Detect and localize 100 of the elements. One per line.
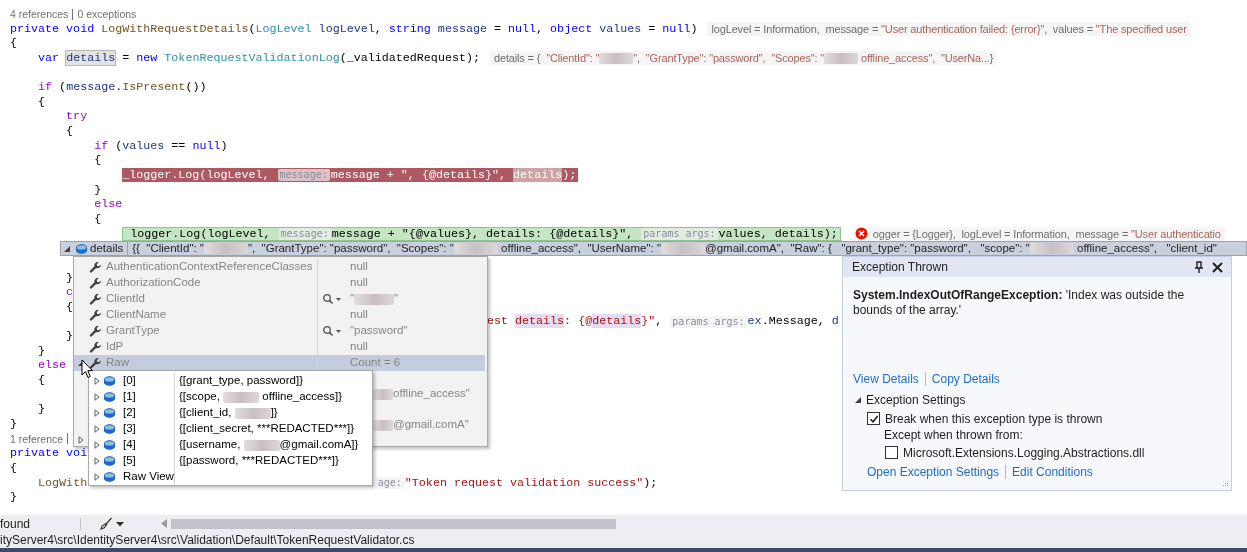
hint-text: offline_access", "UserNa...}: [861, 50, 994, 66]
wrench-icon: [89, 260, 102, 274]
expand-arrow-icon[interactable]: [93, 441, 101, 449]
redaction-blur: [354, 293, 395, 305]
link[interactable]: View Details: [853, 370, 919, 388]
code-text: if (values == null): [94, 138, 228, 154]
section-title: Exception Settings: [866, 392, 966, 409]
wrench-icon: [89, 356, 102, 370]
caret-icon[interactable]: [116, 520, 125, 527]
codelens-link[interactable]: 0 exceptions: [77, 7, 137, 22]
code-text: {: [38, 94, 46, 110]
member-value: ": [350, 291, 355, 307]
hint-text: ogger = {Logger}, logLevel = Information, message = "User authenticatio: [872, 226, 1221, 242]
magnifier-icon[interactable]: [322, 293, 342, 305]
item-value: ]}: [270, 405, 278, 421]
item-value: {[grant_type, password]}: [179, 373, 304, 389]
code-text: values, details);: [718, 226, 838, 242]
link[interactable]: Open Exception Settings: [867, 463, 1000, 481]
redaction-blur: [373, 419, 393, 431]
cube-icon: [103, 375, 116, 387]
checkbox[interactable]: [867, 412, 880, 425]
settings-label: Except when thrown from:: [884, 427, 1023, 444]
expand-arrow-icon[interactable]: [77, 435, 85, 444]
datatip-row[interactable]: ClientName null: [74, 307, 485, 323]
codelens-link[interactable]: 4 references: [10, 7, 69, 22]
codelens-link[interactable]: 1 reference: [10, 431, 64, 447]
item-value: {[username,: [179, 437, 241, 453]
redaction-blur: [234, 407, 271, 419]
redaction-blur: [203, 243, 248, 254]
exception-message: System.IndexOutOfRangeException: 'Index was outside the bounds of the array.': [853, 288, 1186, 318]
datatip-value-text: offline_access", "UserName": ": [501, 242, 661, 255]
code-text: {: [94, 153, 102, 169]
member-name: Raw: [106, 356, 129, 369]
cube-icon: [103, 471, 116, 483]
member-value: offline_access": [393, 386, 470, 402]
expand-arrow-icon[interactable]: [93, 425, 101, 433]
expand-arrow-icon[interactable]: [93, 393, 101, 401]
item-index: [4]: [123, 438, 136, 451]
cube-icon: [103, 423, 116, 435]
member-name: ClientName: [106, 308, 167, 321]
member-name: AuthorizationCode: [106, 276, 201, 289]
checkbox[interactable]: [885, 446, 898, 459]
member-name: IdP: [106, 340, 124, 353]
code-text: }: [66, 270, 74, 286]
datatip-row[interactable]: GrantType "password": [74, 323, 485, 339]
member-value: Count = 6: [350, 355, 401, 371]
magnifier-icon[interactable]: [322, 325, 342, 337]
code-text: {: [10, 460, 17, 476]
item-index: [1]: [123, 390, 136, 403]
code-text: message + ", {@details}", details);: [330, 168, 577, 183]
code-text: }: [10, 416, 17, 432]
datatip-row[interactable]: IdP null: [74, 339, 485, 355]
code-text: private voi: [10, 446, 88, 461]
expand-arrow-icon[interactable]: [854, 396, 862, 404]
code-text: "Token request validation success");: [404, 475, 658, 491]
close-icon[interactable]: [1212, 261, 1223, 273]
code-text: var details = new TokenRequestValidationLog(_validatedRequest);: [38, 50, 480, 66]
redaction-blur: [599, 52, 634, 64]
member-value: null: [350, 275, 368, 291]
code-text: try: [66, 109, 88, 125]
code-text: else: [38, 358, 67, 374]
datatip-value-text: offline_access", "client_id": [1077, 242, 1217, 255]
item-value: {[password, ***REDACTED***]}: [179, 453, 339, 469]
popup-title: Exception Thrown: [852, 259, 949, 276]
code-text: private void LogWithRequestDetails(LogLevel logLevel, string message = null, object values = null): [10, 21, 698, 37]
brush-icon[interactable]: [100, 517, 114, 530]
expand-arrow-icon[interactable]: [93, 377, 101, 385]
expand-arrow-icon[interactable]: [93, 409, 101, 417]
code-text: c: [66, 285, 74, 300]
wrench-icon: [89, 340, 102, 354]
scrollbar-thumb[interactable]: [171, 518, 617, 529]
item-index: [5]: [123, 454, 136, 467]
expand-arrow-icon[interactable]: [93, 473, 101, 481]
link[interactable]: Edit Conditions: [1012, 463, 1093, 481]
item-index: [2]: [123, 406, 136, 419]
code-text: _logger.Log(logLevel,: [122, 168, 270, 183]
code-text: else: [94, 197, 123, 212]
datatip-row[interactable]: ClientId " ": [74, 291, 485, 307]
checkbox-label: Microsoft.Extensions.Logging.Abstractions.dll: [903, 444, 1145, 462]
datatip-row[interactable]: AuthorizationCode null: [74, 275, 485, 291]
datatip-row[interactable]: AuthenticationContextReferenceClasses null: [74, 259, 485, 275]
resize-grip-icon[interactable]: [1221, 480, 1229, 488]
datatip-value-text: ", "GrantType": "password", "Scopes": ": [247, 242, 454, 255]
datatip-value-text: {{ "ClientId": ": [132, 242, 204, 255]
item-index: Raw View: [123, 470, 174, 483]
expand-arrow-icon[interactable]: [63, 244, 71, 253]
redaction-blur: [453, 243, 498, 254]
expand-arrow-icon[interactable]: [93, 457, 101, 465]
redaction-blur: [223, 391, 260, 403]
parameter-hint: age:: [375, 476, 404, 489]
item-value: {[client_id,: [179, 405, 232, 421]
parameter-hint: params args:: [670, 315, 747, 328]
member-name: AuthenticationContextReferenceClasses: [106, 260, 313, 273]
code-text: {: [38, 373, 46, 388]
pin-icon[interactable]: [1194, 261, 1204, 273]
cube-icon: [75, 242, 88, 255]
redaction-blur: [824, 52, 859, 64]
code-text: if (message.IsPresent()): [38, 80, 207, 95]
link[interactable]: Copy Details: [931, 370, 1000, 388]
check-icon: [868, 413, 879, 424]
